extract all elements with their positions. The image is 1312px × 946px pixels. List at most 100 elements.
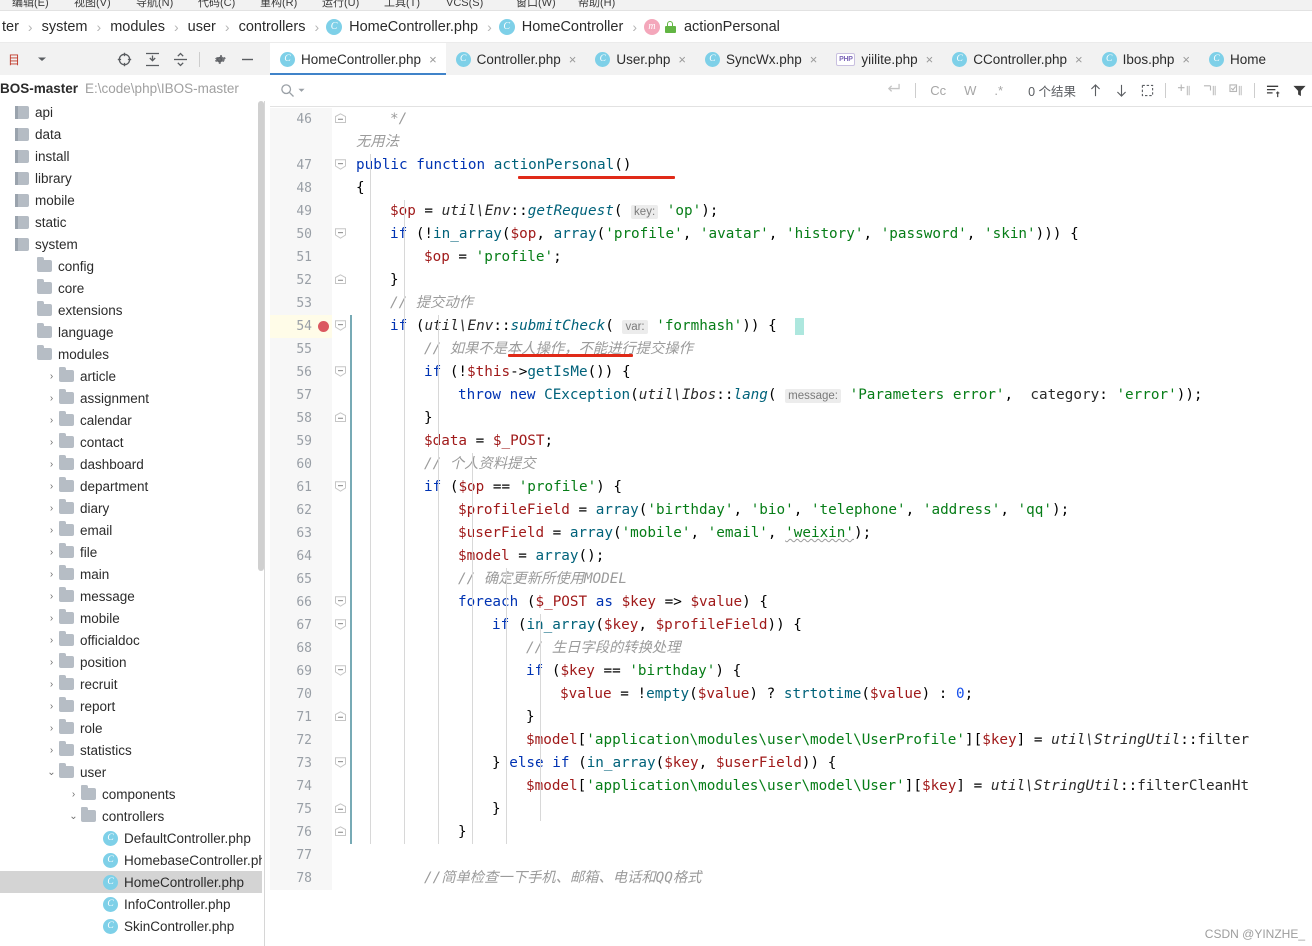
code-text[interactable]: $op = util\Env::getRequest( key: 'op'); <box>356 200 718 223</box>
line-number[interactable]: 73 <box>270 752 318 775</box>
regex-button[interactable]: .* <box>985 83 1012 98</box>
code-text[interactable]: // 确定更新所使用MODEL <box>356 568 627 591</box>
chevron-right-icon[interactable]: › <box>44 679 59 690</box>
panel-divider[interactable] <box>264 101 265 946</box>
chevron-right-icon[interactable]: › <box>44 393 59 404</box>
code-text[interactable]: public function actionPersonal() <box>356 154 631 177</box>
tree-item-language[interactable]: language <box>0 321 262 343</box>
code-text[interactable]: } <box>356 269 399 292</box>
menu-item-7[interactable]: VCS(S) <box>446 0 483 9</box>
tree-item-system[interactable]: system <box>0 233 262 255</box>
line-number[interactable]: 70 <box>270 683 318 706</box>
arrow-down-icon[interactable] <box>1108 80 1134 102</box>
code-text[interactable]: { <box>356 177 365 200</box>
close-icon[interactable]: × <box>1075 52 1083 67</box>
menu-item-8[interactable]: 窗口(W) <box>516 0 556 9</box>
code-editor[interactable]: 46 */无用法 47 public function actionPersonal(… <box>270 108 1312 946</box>
editor-tab-homecontroller-php[interactable]: C HomeController.php × <box>270 43 446 75</box>
fold-marker-icon[interactable] <box>334 619 347 632</box>
code-text[interactable]: throw new CException(util\Ibos::lang( me… <box>356 384 1203 407</box>
tree-item-statistics[interactable]: › statistics <box>0 739 262 761</box>
fold-marker-icon[interactable] <box>334 803 347 816</box>
breadcrumb-item-homecontroller-php[interactable]: C HomeController.php <box>326 18 480 35</box>
tree-item-contact[interactable]: › contact <box>0 431 262 453</box>
tree-item-core[interactable]: core <box>0 277 262 299</box>
line-number[interactable]: 49 <box>270 200 318 223</box>
code-text[interactable]: } <box>356 706 535 729</box>
fold-marker-icon[interactable] <box>334 366 347 379</box>
menu-item-0[interactable]: 编辑(E) <box>12 0 49 9</box>
line-number[interactable]: 78 <box>270 867 318 890</box>
project-root-row[interactable]: BOS-master E:\code\php\IBOS-master <box>0 75 262 101</box>
tree-item-calendar[interactable]: › calendar <box>0 409 262 431</box>
line-number[interactable]: 56 <box>270 361 318 384</box>
tree-item-skincontroller-php[interactable]: C SkinController.php <box>0 915 262 937</box>
menu-item-9[interactable]: 帮助(H) <box>578 0 615 9</box>
tree-item-position[interactable]: › position <box>0 651 262 673</box>
tree-item-role[interactable]: › role <box>0 717 262 739</box>
whole-words-button[interactable]: W <box>955 83 985 98</box>
chevron-right-icon[interactable]: › <box>44 635 59 646</box>
code-text[interactable]: } <box>356 798 501 821</box>
fold-marker-icon[interactable] <box>334 320 347 333</box>
line-number[interactable]: 74 <box>270 775 318 798</box>
breadcrumb-item-controllers[interactable]: controllers <box>237 19 308 35</box>
tree-item-homebasecontroller-php[interactable]: C HomebaseController.php <box>0 849 262 871</box>
line-number[interactable]: 67 <box>270 614 318 637</box>
code-text[interactable]: foreach ($_POST as $key => $value) { <box>356 591 768 614</box>
line-number[interactable]: 47 <box>270 154 318 177</box>
breadcrumb-item-homecontroller[interactable]: C HomeController <box>498 18 626 35</box>
code-text[interactable]: if (util\Env::submitCheck( var: 'formhas… <box>356 315 777 338</box>
code-text[interactable]: $model['application\modules\user\model\U… <box>356 729 1249 752</box>
line-number[interactable] <box>270 131 318 154</box>
line-number[interactable]: 72 <box>270 729 318 752</box>
fold-marker-icon[interactable] <box>334 481 347 494</box>
chevron-right-icon[interactable]: › <box>44 591 59 602</box>
fold-marker-icon[interactable] <box>334 228 347 241</box>
fold-marker-icon[interactable] <box>334 412 347 425</box>
tree-item-email[interactable]: › email <box>0 519 262 541</box>
tree-item-data[interactable]: data <box>0 123 262 145</box>
tree-item-main[interactable]: › main <box>0 563 262 585</box>
chevron-right-icon[interactable]: › <box>44 723 59 734</box>
line-number[interactable]: 54 <box>270 315 318 338</box>
line-number[interactable]: 59 <box>270 430 318 453</box>
fold-marker-icon[interactable] <box>334 159 347 172</box>
line-number[interactable]: 66 <box>270 591 318 614</box>
project-tree[interactable]: api data install library mobile static system c… <box>0 101 262 946</box>
code-text[interactable]: // 如果不是本人操作，不能进行提交操作 <box>356 338 693 361</box>
code-text[interactable]: // 个人资料提交 <box>356 453 536 476</box>
breakpoint-icon[interactable] <box>318 321 329 332</box>
code-text[interactable]: if ($op == 'profile') { <box>356 476 622 499</box>
line-number[interactable]: 65 <box>270 568 318 591</box>
settings-gear-icon[interactable] <box>208 48 230 70</box>
add-line-icon[interactable] <box>1171 80 1197 102</box>
close-icon[interactable]: × <box>926 52 934 67</box>
chevron-right-icon[interactable]: › <box>44 415 59 426</box>
chevron-down-icon[interactable]: ⌄ <box>66 811 81 822</box>
chevron-right-icon[interactable]: › <box>44 745 59 756</box>
fold-marker-icon[interactable] <box>334 757 347 770</box>
breadcrumb-item-actionpersonal[interactable]: m actionPersonal <box>643 18 782 35</box>
code-text[interactable]: 无用法 <box>356 131 399 154</box>
editor-tab-controller-php[interactable]: C Controller.php × <box>445 43 586 75</box>
tree-item-install[interactable]: install <box>0 145 262 167</box>
line-number[interactable]: 71 <box>270 706 318 729</box>
filter-lines-icon[interactable] <box>1260 80 1286 102</box>
code-text[interactable]: if (!$this->getIsMe()) { <box>356 361 631 384</box>
chevron-right-icon[interactable]: › <box>44 481 59 492</box>
chevron-right-icon[interactable]: › <box>44 547 59 558</box>
menu-item-1[interactable]: 视图(V) <box>74 0 111 9</box>
tree-item-extensions[interactable]: extensions <box>0 299 262 321</box>
code-text[interactable]: $op = 'profile'; <box>356 246 562 269</box>
collapse-all-icon[interactable] <box>169 48 191 70</box>
tree-item-recruit[interactable]: › recruit <box>0 673 262 695</box>
search-field[interactable] <box>270 76 620 106</box>
code-text[interactable]: */ <box>356 108 407 131</box>
close-icon[interactable]: × <box>1182 52 1190 67</box>
select-all-occurrences-icon[interactable] <box>1134 80 1160 102</box>
remove-line-icon[interactable] <box>1197 80 1223 102</box>
menu-item-6[interactable]: 工具(T) <box>384 0 420 9</box>
code-text[interactable]: $value = !empty($value) ? strtotime($val… <box>356 683 973 706</box>
tree-item-infocontroller-php[interactable]: C InfoController.php <box>0 893 262 915</box>
